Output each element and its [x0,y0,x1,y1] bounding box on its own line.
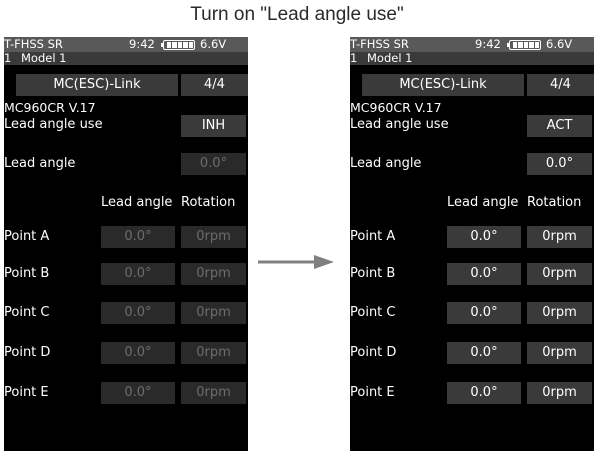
point-a-label: Point A [350,229,396,244]
model-number: 1 [4,51,12,65]
lead-angle-label: Lead angle [4,156,76,171]
title-button[interactable]: MC(ESC)-Link [362,74,524,96]
model-name: Model 1 [367,51,413,65]
status-bar: T-FHSS SR 9:42 6.6V [350,37,594,52]
point-d-rotation-field[interactable]: 0rpm [181,342,246,364]
lead-angle-use-label: Lead angle use [4,117,103,132]
point-e-angle-field[interactable]: 0.0° [447,382,521,404]
point-b-angle-field[interactable]: 0.0° [101,263,175,285]
point-a-rotation-field[interactable]: 0rpm [181,226,246,248]
model-bar: 1 Model 1 [350,52,594,65]
point-d-rotation-field[interactable]: 0rpm [527,342,592,364]
model-bar: 1 Model 1 [4,52,248,65]
point-b-rotation-field[interactable]: 0rpm [527,263,592,285]
system-label: T-FHSS SR [4,37,63,51]
battery-icon [161,40,195,50]
point-e-rotation-field[interactable]: 0rpm [527,382,592,404]
right-arrow-icon [258,255,334,269]
screen-after: T-FHSS SR 9:42 6.6V 1 Model 1 MC(ESC)-Li… [350,37,594,451]
page-indicator[interactable]: 4/4 [527,74,594,96]
point-e-label: Point E [350,385,395,400]
version-label: MC960CR V.17 [350,100,442,115]
voltage: 6.6V [200,37,227,51]
point-d-label: Point D [4,345,51,360]
point-e-angle-field[interactable]: 0.0° [101,382,175,404]
voltage: 6.6V [546,37,573,51]
version-label: MC960CR V.17 [4,100,96,115]
lead-angle-field[interactable]: 0.0° [527,153,592,175]
clock: 9:42 [475,37,501,51]
point-a-angle-field[interactable]: 0.0° [447,226,521,248]
page-indicator[interactable]: 4/4 [181,74,248,96]
point-c-rotation-field[interactable]: 0rpm [527,302,592,324]
point-a-label: Point A [4,229,50,244]
rotation-column-header: Rotation [527,195,582,210]
point-e-rotation-field[interactable]: 0rpm [181,382,246,404]
clock: 9:42 [129,37,155,51]
lead-angle-use-button[interactable]: INH [181,115,246,137]
point-a-rotation-field[interactable]: 0rpm [527,226,592,248]
point-a-angle-field[interactable]: 0.0° [101,226,175,248]
point-c-label: Point C [350,305,396,320]
lead-angle-use-label: Lead angle use [350,117,449,132]
caption: Turn on "Lead angle use" [190,4,404,25]
title-button[interactable]: MC(ESC)-Link [16,74,178,96]
point-b-angle-field[interactable]: 0.0° [447,263,521,285]
point-e-label: Point E [4,385,49,400]
point-c-rotation-field[interactable]: 0rpm [181,302,246,324]
point-c-label: Point C [4,305,50,320]
battery-icon [507,40,541,50]
status-bar: T-FHSS SR 9:42 6.6V [4,37,248,52]
point-b-rotation-field[interactable]: 0rpm [181,263,246,285]
lead-angle-use-button[interactable]: ACT [527,115,592,137]
lead-angle-label: Lead angle [350,156,422,171]
model-name: Model 1 [21,51,67,65]
rotation-column-header: Rotation [181,195,236,210]
model-number: 1 [350,51,358,65]
point-d-angle-field[interactable]: 0.0° [447,342,521,364]
lead-angle-field[interactable]: 0.0° [181,153,246,175]
point-b-label: Point B [4,266,50,281]
lead-angle-column-header: Lead angle [447,195,519,210]
point-d-angle-field[interactable]: 0.0° [101,342,175,364]
point-c-angle-field[interactable]: 0.0° [447,302,521,324]
point-b-label: Point B [350,266,396,281]
system-label: T-FHSS SR [350,37,409,51]
screen-before: T-FHSS SR 9:42 6.6V 1 Model 1 MC(ESC)-Li… [4,37,248,451]
lead-angle-column-header: Lead angle [101,195,173,210]
point-d-label: Point D [350,345,397,360]
point-c-angle-field[interactable]: 0.0° [101,302,175,324]
